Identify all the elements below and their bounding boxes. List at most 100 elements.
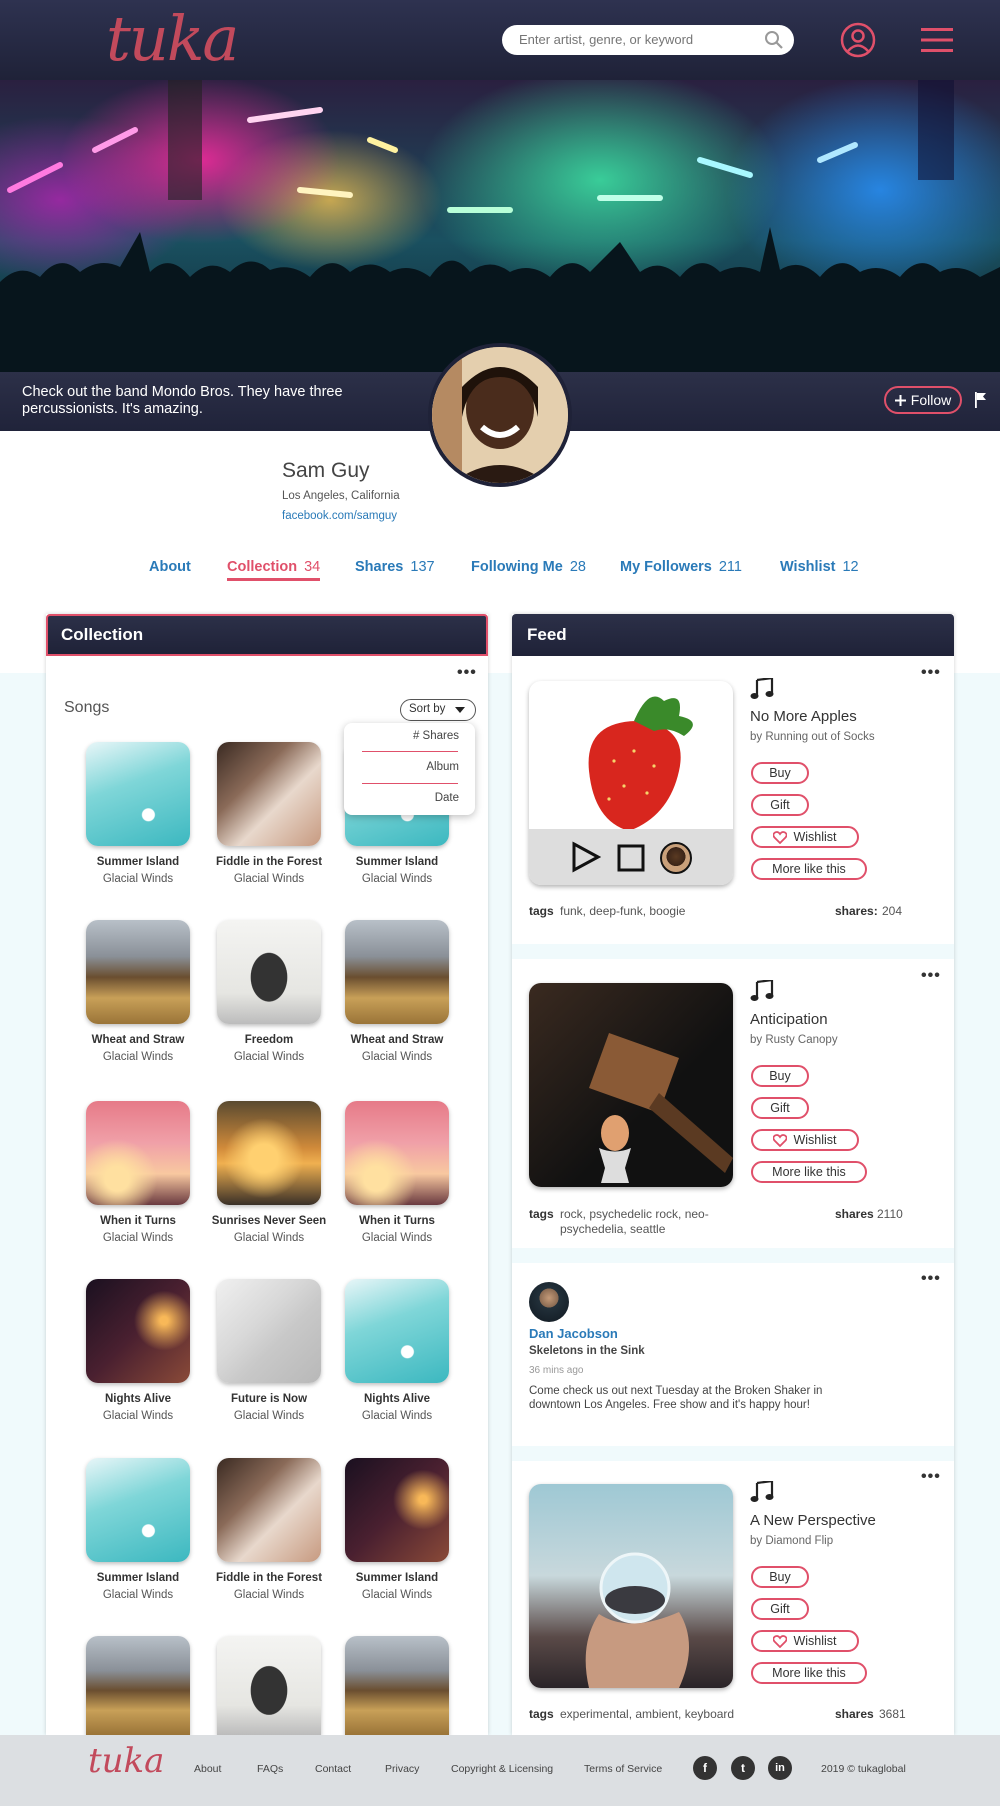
footer-logo[interactable]: tuka (88, 1741, 164, 1781)
more-options-icon[interactable]: ••• (921, 967, 941, 985)
hamburger-menu-icon[interactable] (921, 26, 953, 59)
buy-button[interactable]: Buy (751, 1566, 809, 1588)
song-artwork[interactable] (86, 742, 190, 846)
more-like-this-button[interactable]: More like this (751, 1662, 867, 1684)
tab-my-followers[interactable]: My Followers 211 (620, 559, 742, 575)
song-artist[interactable]: Glacial Winds (204, 1589, 334, 1601)
wishlist-button[interactable]: Wishlist (751, 826, 859, 848)
song-artist[interactable]: Glacial Winds (332, 1410, 462, 1422)
album-art-crystal-ball[interactable] (529, 1484, 733, 1688)
song-artwork[interactable] (345, 920, 449, 1024)
song-artist[interactable]: Glacial Winds (73, 1410, 203, 1422)
tab-about[interactable]: About (149, 559, 191, 575)
more-options-icon[interactable]: ••• (921, 664, 941, 682)
tab-following-me[interactable]: Following Me 28 (471, 559, 586, 575)
song-artist[interactable]: Glacial Winds (204, 1410, 334, 1422)
track-title[interactable]: Anticipation (750, 1011, 828, 1028)
song-artist[interactable]: Glacial Winds (332, 1589, 462, 1601)
song-artwork[interactable] (217, 1279, 321, 1383)
gift-button[interactable]: Gift (751, 1598, 809, 1620)
sort-by-dropdown[interactable]: Sort by (400, 699, 476, 721)
song-title[interactable]: Sunrises Never Seen (204, 1215, 334, 1227)
song-artwork[interactable] (345, 1458, 449, 1562)
album-art-strawberry[interactable] (529, 681, 733, 885)
song-artwork[interactable] (345, 1101, 449, 1205)
song-title[interactable]: Freedom (204, 1034, 334, 1046)
song-artist[interactable]: Glacial Winds (204, 1232, 334, 1244)
sort-option-album[interactable]: Album (426, 761, 459, 773)
more-like-this-button[interactable]: More like this (751, 1161, 867, 1183)
song-title[interactable]: Summer Island (73, 856, 203, 868)
facebook-icon[interactable]: f (693, 1756, 717, 1780)
more-like-this-button[interactable]: More like this (751, 858, 867, 880)
tab-wishlist[interactable]: Wishlist 12 (780, 559, 859, 575)
song-artist[interactable]: Glacial Winds (332, 1051, 462, 1063)
song-artwork[interactable] (217, 1101, 321, 1205)
song-title[interactable]: When it Turns (73, 1215, 203, 1227)
song-title[interactable]: Future is Now (204, 1393, 334, 1405)
follow-button[interactable]: Follow (884, 386, 962, 414)
tab-collection[interactable]: Collection 34 (227, 559, 321, 581)
footer-link-faqs[interactable]: FAQs (257, 1763, 283, 1775)
song-artist[interactable]: Glacial Winds (204, 873, 334, 885)
more-options-icon[interactable]: ••• (457, 664, 477, 682)
wishlist-button[interactable]: Wishlist (751, 1630, 859, 1652)
track-artist[interactable]: by Running out of Socks (750, 731, 875, 743)
profile-facebook-link[interactable]: facebook.com/samguy (282, 510, 397, 522)
post-user-name[interactable]: Dan Jacobson (529, 1326, 618, 1341)
footer-link-copyright[interactable]: Copyright & Licensing (451, 1763, 553, 1775)
tab-shares[interactable]: Shares 137 (355, 559, 435, 575)
more-options-icon[interactable]: ••• (921, 1468, 941, 1486)
song-artwork[interactable] (217, 742, 321, 846)
song-title[interactable]: Nights Alive (332, 1393, 462, 1405)
album-art-hammer[interactable] (529, 983, 733, 1187)
buy-button[interactable]: Buy (751, 762, 809, 784)
song-artwork[interactable] (86, 1101, 190, 1205)
song-title[interactable]: Nights Alive (73, 1393, 203, 1405)
footer-link-about[interactable]: About (194, 1763, 221, 1775)
song-title[interactable]: Wheat and Straw (73, 1034, 203, 1046)
song-title[interactable]: Summer Island (332, 1572, 462, 1584)
song-title[interactable]: Summer Island (332, 856, 462, 868)
song-artist[interactable]: Glacial Winds (204, 1051, 334, 1063)
buy-button[interactable]: Buy (751, 1065, 809, 1087)
track-artist[interactable]: by Rusty Canopy (750, 1034, 838, 1046)
song-artist[interactable]: Glacial Winds (73, 1051, 203, 1063)
song-artwork[interactable] (217, 1636, 321, 1735)
song-artwork[interactable] (86, 920, 190, 1024)
post-user-avatar[interactable] (529, 1282, 569, 1322)
stop-icon[interactable] (617, 844, 645, 872)
more-options-icon[interactable]: ••• (921, 1270, 941, 1288)
song-artwork[interactable] (86, 1279, 190, 1383)
song-title[interactable]: Summer Island (73, 1572, 203, 1584)
footer-link-contact[interactable]: Contact (315, 1763, 351, 1775)
song-artwork[interactable] (217, 920, 321, 1024)
play-icon[interactable] (571, 841, 601, 873)
linkedin-icon[interactable]: in (768, 1756, 792, 1780)
song-artist[interactable]: Glacial Winds (73, 1232, 203, 1244)
search-icon[interactable] (764, 30, 784, 55)
wishlist-button[interactable]: Wishlist (751, 1129, 859, 1151)
track-title[interactable]: No More Apples (750, 708, 857, 725)
song-artist[interactable]: Glacial Winds (73, 1589, 203, 1601)
logo[interactable]: tuka (106, 2, 239, 75)
sort-option-shares[interactable]: # Shares (413, 730, 459, 742)
footer-link-terms[interactable]: Terms of Service (584, 1763, 662, 1775)
song-artwork[interactable] (345, 1279, 449, 1383)
song-title[interactable]: When it Turns (332, 1215, 462, 1227)
song-artist[interactable]: Glacial Winds (332, 1232, 462, 1244)
song-title[interactable]: Wheat and Straw (332, 1034, 462, 1046)
flag-icon[interactable] (975, 392, 987, 413)
song-artwork[interactable] (86, 1458, 190, 1562)
footer-link-privacy[interactable]: Privacy (385, 1763, 419, 1775)
song-artwork[interactable] (86, 1636, 190, 1735)
song-artist[interactable]: Glacial Winds (73, 873, 203, 885)
song-artwork[interactable] (217, 1458, 321, 1562)
song-artwork[interactable] (345, 1636, 449, 1735)
user-profile-icon[interactable] (840, 22, 876, 63)
sort-option-date[interactable]: Date (435, 792, 459, 804)
track-artist[interactable]: by Diamond Flip (750, 1535, 833, 1547)
song-title[interactable]: Fiddle in the Forest (204, 856, 334, 868)
gift-button[interactable]: Gift (751, 794, 809, 816)
track-title[interactable]: A New Perspective (750, 1512, 876, 1529)
